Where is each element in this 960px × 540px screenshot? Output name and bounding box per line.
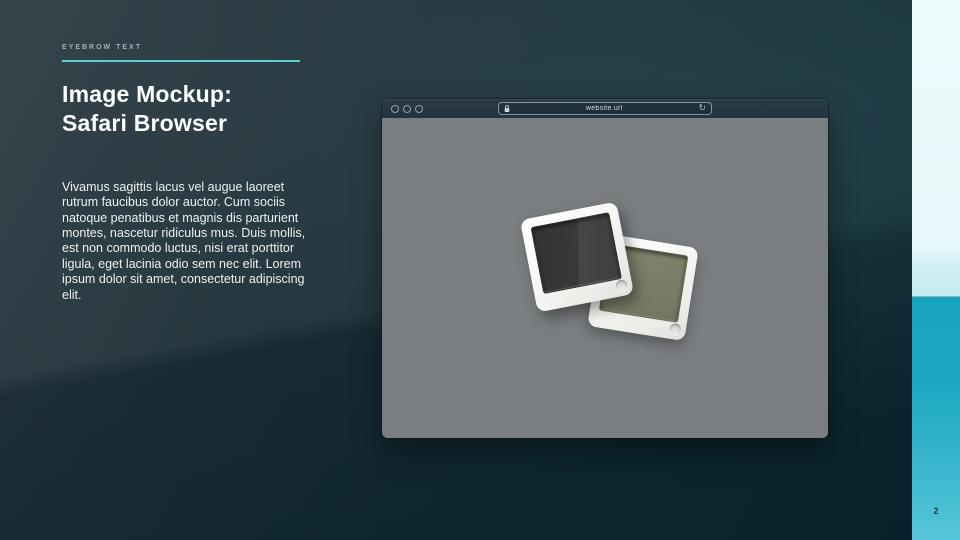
photo-slide-front (519, 201, 635, 313)
slide-hole-back (669, 322, 682, 336)
slide-canvas: 2 EYEBROW TEXT Image Mockup: Safari Brows… (0, 0, 960, 540)
title-line-1: Image Mockup: (62, 81, 233, 107)
safari-browser-mockup: website.url ↻ (382, 99, 828, 438)
photo-front (530, 212, 622, 295)
reload-icon[interactable]: ↻ (698, 103, 706, 113)
zoom-button[interactable] (415, 104, 423, 113)
text-column: EYEBROW TEXT Image Mockup: Safari Browser… (62, 44, 312, 303)
body-text: Vivamus sagittis lacus vel augue laoreet… (62, 179, 306, 302)
slide-title: Image Mockup: Safari Browser (62, 80, 312, 138)
slide-hole-front (615, 279, 629, 292)
accent-strip: 2 (912, 0, 960, 540)
url-bar[interactable]: website.url ↻ (498, 102, 712, 115)
url-text: website.url (585, 105, 623, 112)
minimize-button[interactable] (403, 104, 411, 113)
window-controls (391, 104, 423, 113)
title-line-2: Safari Browser (62, 109, 228, 136)
eyebrow-label: EYEBROW TEXT (62, 44, 143, 51)
page-number: 2 (933, 506, 939, 516)
close-button[interactable] (391, 104, 399, 113)
accent-divider (62, 60, 300, 62)
browser-content (382, 118, 828, 438)
browser-titlebar: website.url ↻ (382, 99, 828, 118)
